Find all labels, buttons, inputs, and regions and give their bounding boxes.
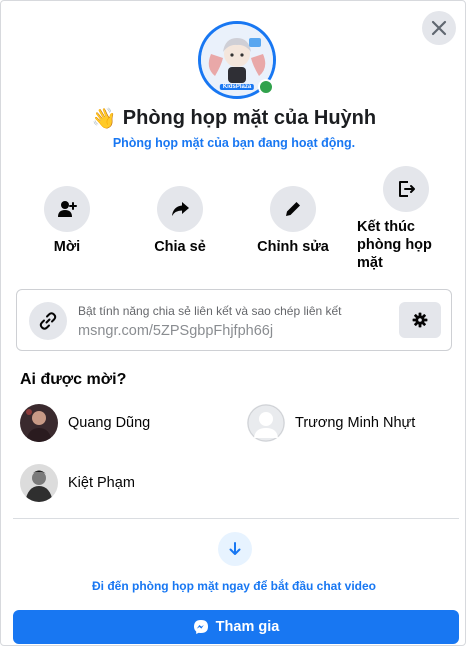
wave-emoji: 👋 xyxy=(91,108,117,130)
gear-icon xyxy=(412,312,428,328)
share-icon-circle xyxy=(157,186,203,232)
end-room-button[interactable]: Kết thúc phòng họp mặt xyxy=(357,166,457,272)
end-room-icon-circle xyxy=(383,166,429,212)
person-name: Kiệt Phạm xyxy=(68,475,135,491)
messenger-icon xyxy=(193,620,208,634)
join-button[interactable]: Tham gia xyxy=(13,610,459,644)
avatar xyxy=(247,404,285,442)
avatar xyxy=(20,464,58,502)
join-button-label: Tham gia xyxy=(215,619,280,635)
share-link-box: Bật tính năng chia sẻ liên kết và sao ch… xyxy=(16,289,452,351)
link-icon-circle xyxy=(29,302,67,340)
invited-person[interactable]: Trương Minh Nhựt xyxy=(247,404,415,442)
arrow-down-icon xyxy=(229,542,241,555)
pencil-icon xyxy=(286,202,300,216)
share-label: Chia sẻ xyxy=(154,239,206,255)
link-hint-text: Bật tính năng chia sẻ liên kết và sao ch… xyxy=(78,304,342,318)
invite-label: Mời xyxy=(53,239,81,255)
go-to-room-arrow-button[interactable] xyxy=(218,532,252,566)
link-icon xyxy=(39,312,57,330)
close-icon xyxy=(431,20,447,36)
link-settings-button[interactable] xyxy=(399,302,441,338)
share-arrow-icon xyxy=(172,202,189,216)
online-status-dot xyxy=(258,79,274,95)
add-person-icon xyxy=(58,201,77,217)
divider xyxy=(13,518,459,519)
share-button[interactable]: Chia sẻ xyxy=(130,186,230,256)
invited-person[interactable]: Quang Dũng xyxy=(20,404,150,442)
room-status-text: Phòng họp mặt của bạn đang hoạt động. xyxy=(112,136,356,150)
action-row: Mời Chia sẻ Chỉnh sửa Kết thúc phòng họp… xyxy=(1,166,466,276)
edit-button[interactable]: Chỉnh sửa xyxy=(243,186,343,256)
room-dialog: KidsPlaza 👋 Phòng họp mặt của Huỳnh Phòn… xyxy=(0,0,466,646)
exit-icon xyxy=(399,181,415,197)
invite-icon-circle xyxy=(44,186,90,232)
invite-button[interactable]: Mời xyxy=(17,186,117,256)
meeting-link-field[interactable] xyxy=(78,323,388,339)
invited-heading: Ai được mời? xyxy=(20,371,127,388)
person-name: Quang Dũng xyxy=(68,415,151,431)
room-title: 👋 Phòng họp mặt của Huỳnh xyxy=(1,106,466,131)
edit-label: Chỉnh sửa xyxy=(257,239,329,255)
close-button[interactable] xyxy=(422,11,456,45)
invited-person[interactable]: Kiệt Phạm xyxy=(20,464,135,502)
room-title-text: Phòng họp mặt của Huỳnh xyxy=(122,107,377,129)
host-avatar: KidsPlaza xyxy=(198,21,276,99)
avatar xyxy=(20,404,58,442)
end-room-label: Kết thúc phòng họp mặt xyxy=(357,219,432,271)
person-name: Trương Minh Nhựt xyxy=(295,415,416,431)
avatar-caption: KidsPlaza xyxy=(219,84,255,90)
go-to-room-text: Đi đến phòng họp mặt ngay để bắt đầu cha… xyxy=(91,579,376,593)
edit-icon-circle xyxy=(270,186,316,232)
